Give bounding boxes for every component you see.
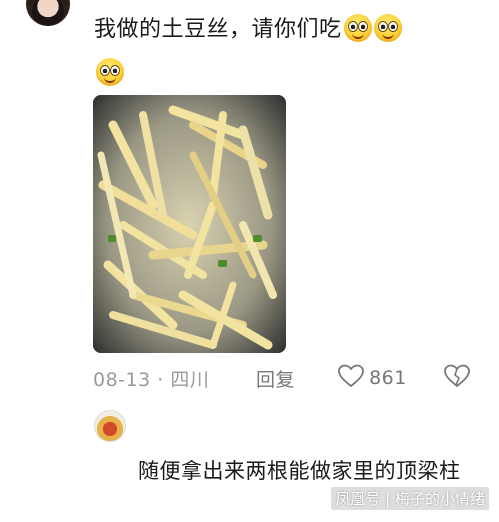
commenter-avatar[interactable] <box>26 0 70 26</box>
reply-avatar[interactable] <box>94 410 126 442</box>
potato-strips-image <box>93 95 286 353</box>
watermark: 凤凰号 | 梅子的小情绪 <box>331 487 489 510</box>
heart-icon <box>338 364 364 388</box>
comment-location: 四川 <box>170 369 210 391</box>
comment-date: 08-13 <box>93 369 151 391</box>
reply-button[interactable]: 回复 <box>256 365 295 392</box>
smiling-face-emoji-icon <box>373 14 402 42</box>
broken-heart-icon <box>444 364 470 388</box>
meta-separator: · <box>157 369 164 391</box>
dislike-button[interactable] <box>444 364 470 392</box>
comment-text: 我做的土豆丝，请你们吃 <box>94 17 342 42</box>
like-count: 861 <box>369 367 407 389</box>
like-button[interactable]: 861 <box>338 364 407 389</box>
comment-photo[interactable] <box>93 95 286 353</box>
smiling-face-emoji-icon <box>343 14 372 42</box>
reply-text: 随便拿出来两根能做家里的顶梁柱 <box>138 459 461 483</box>
smiling-face-emoji-icon <box>96 58 124 86</box>
comment-meta: 08-13 · 四川 <box>93 365 209 392</box>
comment-body: 我做的土豆丝，请你们吃 <box>94 8 484 96</box>
